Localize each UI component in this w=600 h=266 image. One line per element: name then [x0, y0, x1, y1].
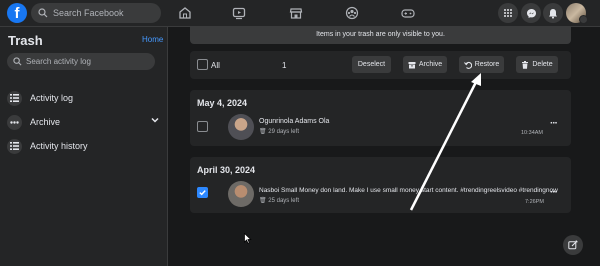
annotation-arrow: [409, 73, 481, 211]
